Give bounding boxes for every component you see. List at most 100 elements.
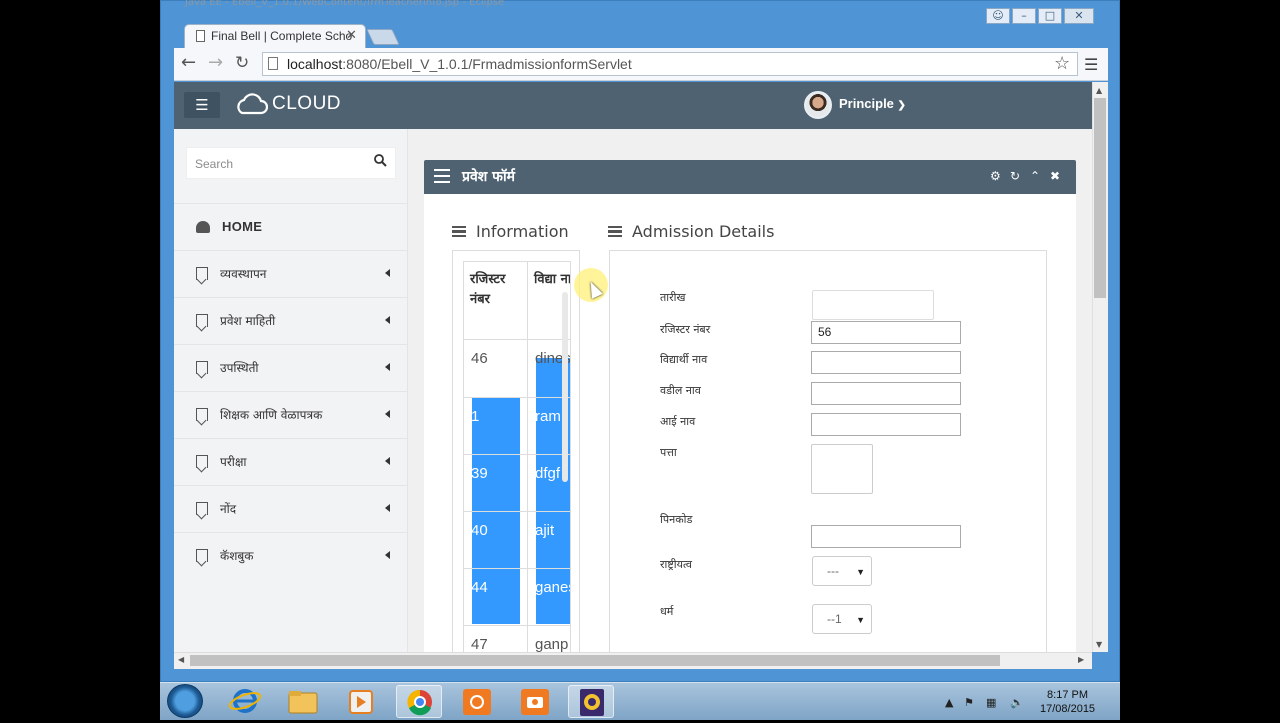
- scroll-left-arrow-icon[interactable]: ◀: [178, 655, 184, 664]
- bookmark-icon: [196, 455, 208, 468]
- address-textarea[interactable]: [811, 444, 873, 494]
- scroll-down-arrow-icon[interactable]: ▼: [1096, 640, 1102, 649]
- window-controls: ☺ – □ ✕: [986, 8, 1094, 24]
- nationality-select[interactable]: --- ▼: [812, 556, 872, 586]
- sidebar-item-management[interactable]: व्यवस्थापन: [174, 250, 408, 296]
- table-scrollbar[interactable]: [562, 292, 568, 482]
- collapse-icon[interactable]: ⌃: [1030, 169, 1040, 183]
- scroll-up-arrow-icon[interactable]: ▲: [1096, 86, 1102, 95]
- sidebar-item-attendance[interactable]: उपस्थिती: [174, 344, 408, 390]
- close-icon[interactable]: ✖: [1050, 169, 1060, 183]
- bookmark-icon: [196, 408, 208, 421]
- sidebar-item-teachers-timetable[interactable]: शिक्षक आणि वेळापत्रक: [174, 391, 408, 437]
- clock[interactable]: 8:17 PM 17/08/2015: [1040, 688, 1095, 716]
- table-cell[interactable]: 39: [464, 454, 528, 511]
- sidebar-item-label: उपस्थिती: [220, 361, 259, 375]
- admission-details-title: Admission Details: [632, 222, 775, 241]
- vertical-scroll-thumb[interactable]: [1094, 98, 1106, 298]
- table-cell[interactable]: ajit: [528, 511, 570, 568]
- caret-left-icon: [385, 457, 390, 465]
- date-field[interactable]: [812, 290, 934, 320]
- father-name-label: वडील नाव: [660, 384, 701, 397]
- profile-icon[interactable]: ☺: [986, 8, 1010, 24]
- sidebar-item-label: कॅशबुक: [220, 549, 254, 563]
- register-no-field[interactable]: 56: [811, 321, 961, 344]
- eclipse-taskbar-icon[interactable]: [568, 685, 614, 718]
- table-cell[interactable]: 1: [464, 397, 528, 454]
- minimize-button[interactable]: –: [1012, 8, 1036, 24]
- screen-recorder-icon[interactable]: [454, 685, 500, 718]
- pincode-field[interactable]: [811, 525, 961, 548]
- chrome-taskbar-icon[interactable]: [396, 685, 442, 718]
- media-player-icon[interactable]: [338, 685, 384, 718]
- sidebar-item-label: प्रवेश माहिती: [220, 314, 276, 328]
- bookmark-icon: [196, 361, 208, 374]
- column-header-register-no[interactable]: रजिस्टर नंबर: [464, 262, 528, 340]
- tab-close-icon[interactable]: ✕: [346, 28, 357, 43]
- religion-value: --1: [827, 612, 842, 626]
- network-icon[interactable]: ▦: [986, 696, 996, 709]
- url-path: :8080/Ebell_V_1.0.1/FrmadmissionformServ…: [342, 56, 632, 72]
- panel-title: प्रवेश फॉर्म: [462, 169, 515, 185]
- search-input[interactable]: Search: [186, 147, 396, 179]
- student-name-field[interactable]: [811, 351, 961, 374]
- bookmark-icon: [196, 314, 208, 327]
- bookmark-star-icon[interactable]: ☆: [1054, 53, 1070, 74]
- back-arrow-icon[interactable]: ←: [181, 52, 196, 73]
- camera-app-icon[interactable]: [512, 685, 558, 718]
- clock-date: 17/08/2015: [1040, 703, 1096, 715]
- cloud-icon: [237, 93, 268, 115]
- maximize-button[interactable]: □: [1038, 8, 1062, 24]
- file-explorer-icon[interactable]: [280, 685, 326, 718]
- volume-icon[interactable]: 🔈: [1010, 696, 1024, 709]
- register-no-label: रजिस्टर नंबर: [660, 323, 711, 336]
- address-bar[interactable]: localhost:8080/Ebell_V_1.0.1/Frmadmissio…: [262, 52, 1078, 76]
- show-hidden-icons-icon[interactable]: ▲: [945, 696, 953, 709]
- horizontal-scroll-thumb[interactable]: [190, 655, 1000, 666]
- caret-left-icon: [385, 410, 390, 418]
- nationality-value: ---: [827, 564, 839, 578]
- table-cell[interactable]: 47: [464, 625, 528, 652]
- table-cell[interactable]: ganp: [528, 625, 570, 652]
- information-heading: Information: [452, 222, 569, 241]
- internet-explorer-icon[interactable]: [222, 685, 268, 718]
- table-cell[interactable]: 40: [464, 511, 528, 568]
- table-cell[interactable]: 46: [464, 340, 528, 397]
- nationality-label: राष्ट्रीयत्व: [660, 558, 693, 571]
- browser-tab[interactable]: Final Bell | Complete Scho: [184, 24, 366, 48]
- pincode-label: पिनकोड: [660, 513, 693, 526]
- sidebar-item-label: परीक्षा: [220, 455, 247, 469]
- page-info-icon[interactable]: [268, 57, 278, 70]
- eclipse-window-title: Java EE - Ebell_V_1.0.1/WebContent/frmTe…: [185, 0, 505, 8]
- menu-icon: [452, 226, 466, 237]
- forward-arrow-icon[interactable]: →: [208, 52, 223, 73]
- user-menu[interactable]: Principle ❯: [839, 96, 906, 111]
- menu-toggle-button[interactable]: ☰: [184, 92, 220, 118]
- dropdown-arrow-icon: ▼: [856, 567, 865, 577]
- avatar[interactable]: [804, 91, 832, 119]
- table-cell[interactable]: 44: [464, 568, 528, 625]
- information-title: Information: [476, 222, 569, 241]
- sidebar-item-label: नोंद: [220, 502, 237, 516]
- sidebar-item-records[interactable]: नोंद: [174, 485, 408, 531]
- sidebar-item-exam[interactable]: परीक्षा: [174, 438, 408, 484]
- sidebar-item-cashbook[interactable]: कॅशबुक: [174, 532, 408, 578]
- url-host: localhost: [287, 56, 343, 72]
- start-button[interactable]: [167, 684, 203, 718]
- gear-icon[interactable]: ⚙: [990, 169, 1001, 183]
- search-icon[interactable]: [374, 154, 387, 171]
- action-center-flag-icon[interactable]: ⚑: [964, 696, 974, 709]
- close-window-button[interactable]: ✕: [1064, 8, 1094, 24]
- sidebar-item-home[interactable]: HOME: [174, 203, 408, 249]
- refresh-icon[interactable]: ↻: [1010, 169, 1020, 183]
- scroll-right-arrow-icon[interactable]: ▶: [1078, 655, 1084, 664]
- sidebar-item-label: व्यवस्थापन: [220, 267, 267, 281]
- religion-select[interactable]: --1 ▼: [812, 604, 872, 634]
- logo-text: CLOUD: [272, 93, 342, 114]
- chrome-menu-icon[interactable]: ☰: [1084, 55, 1098, 74]
- mother-name-field[interactable]: [811, 413, 961, 436]
- reload-icon[interactable]: ↻: [235, 53, 249, 73]
- sidebar-item-admission-info[interactable]: प्रवेश माहिती: [174, 297, 408, 343]
- father-name-field[interactable]: [811, 382, 961, 405]
- table-cell[interactable]: ganesh: [528, 568, 570, 625]
